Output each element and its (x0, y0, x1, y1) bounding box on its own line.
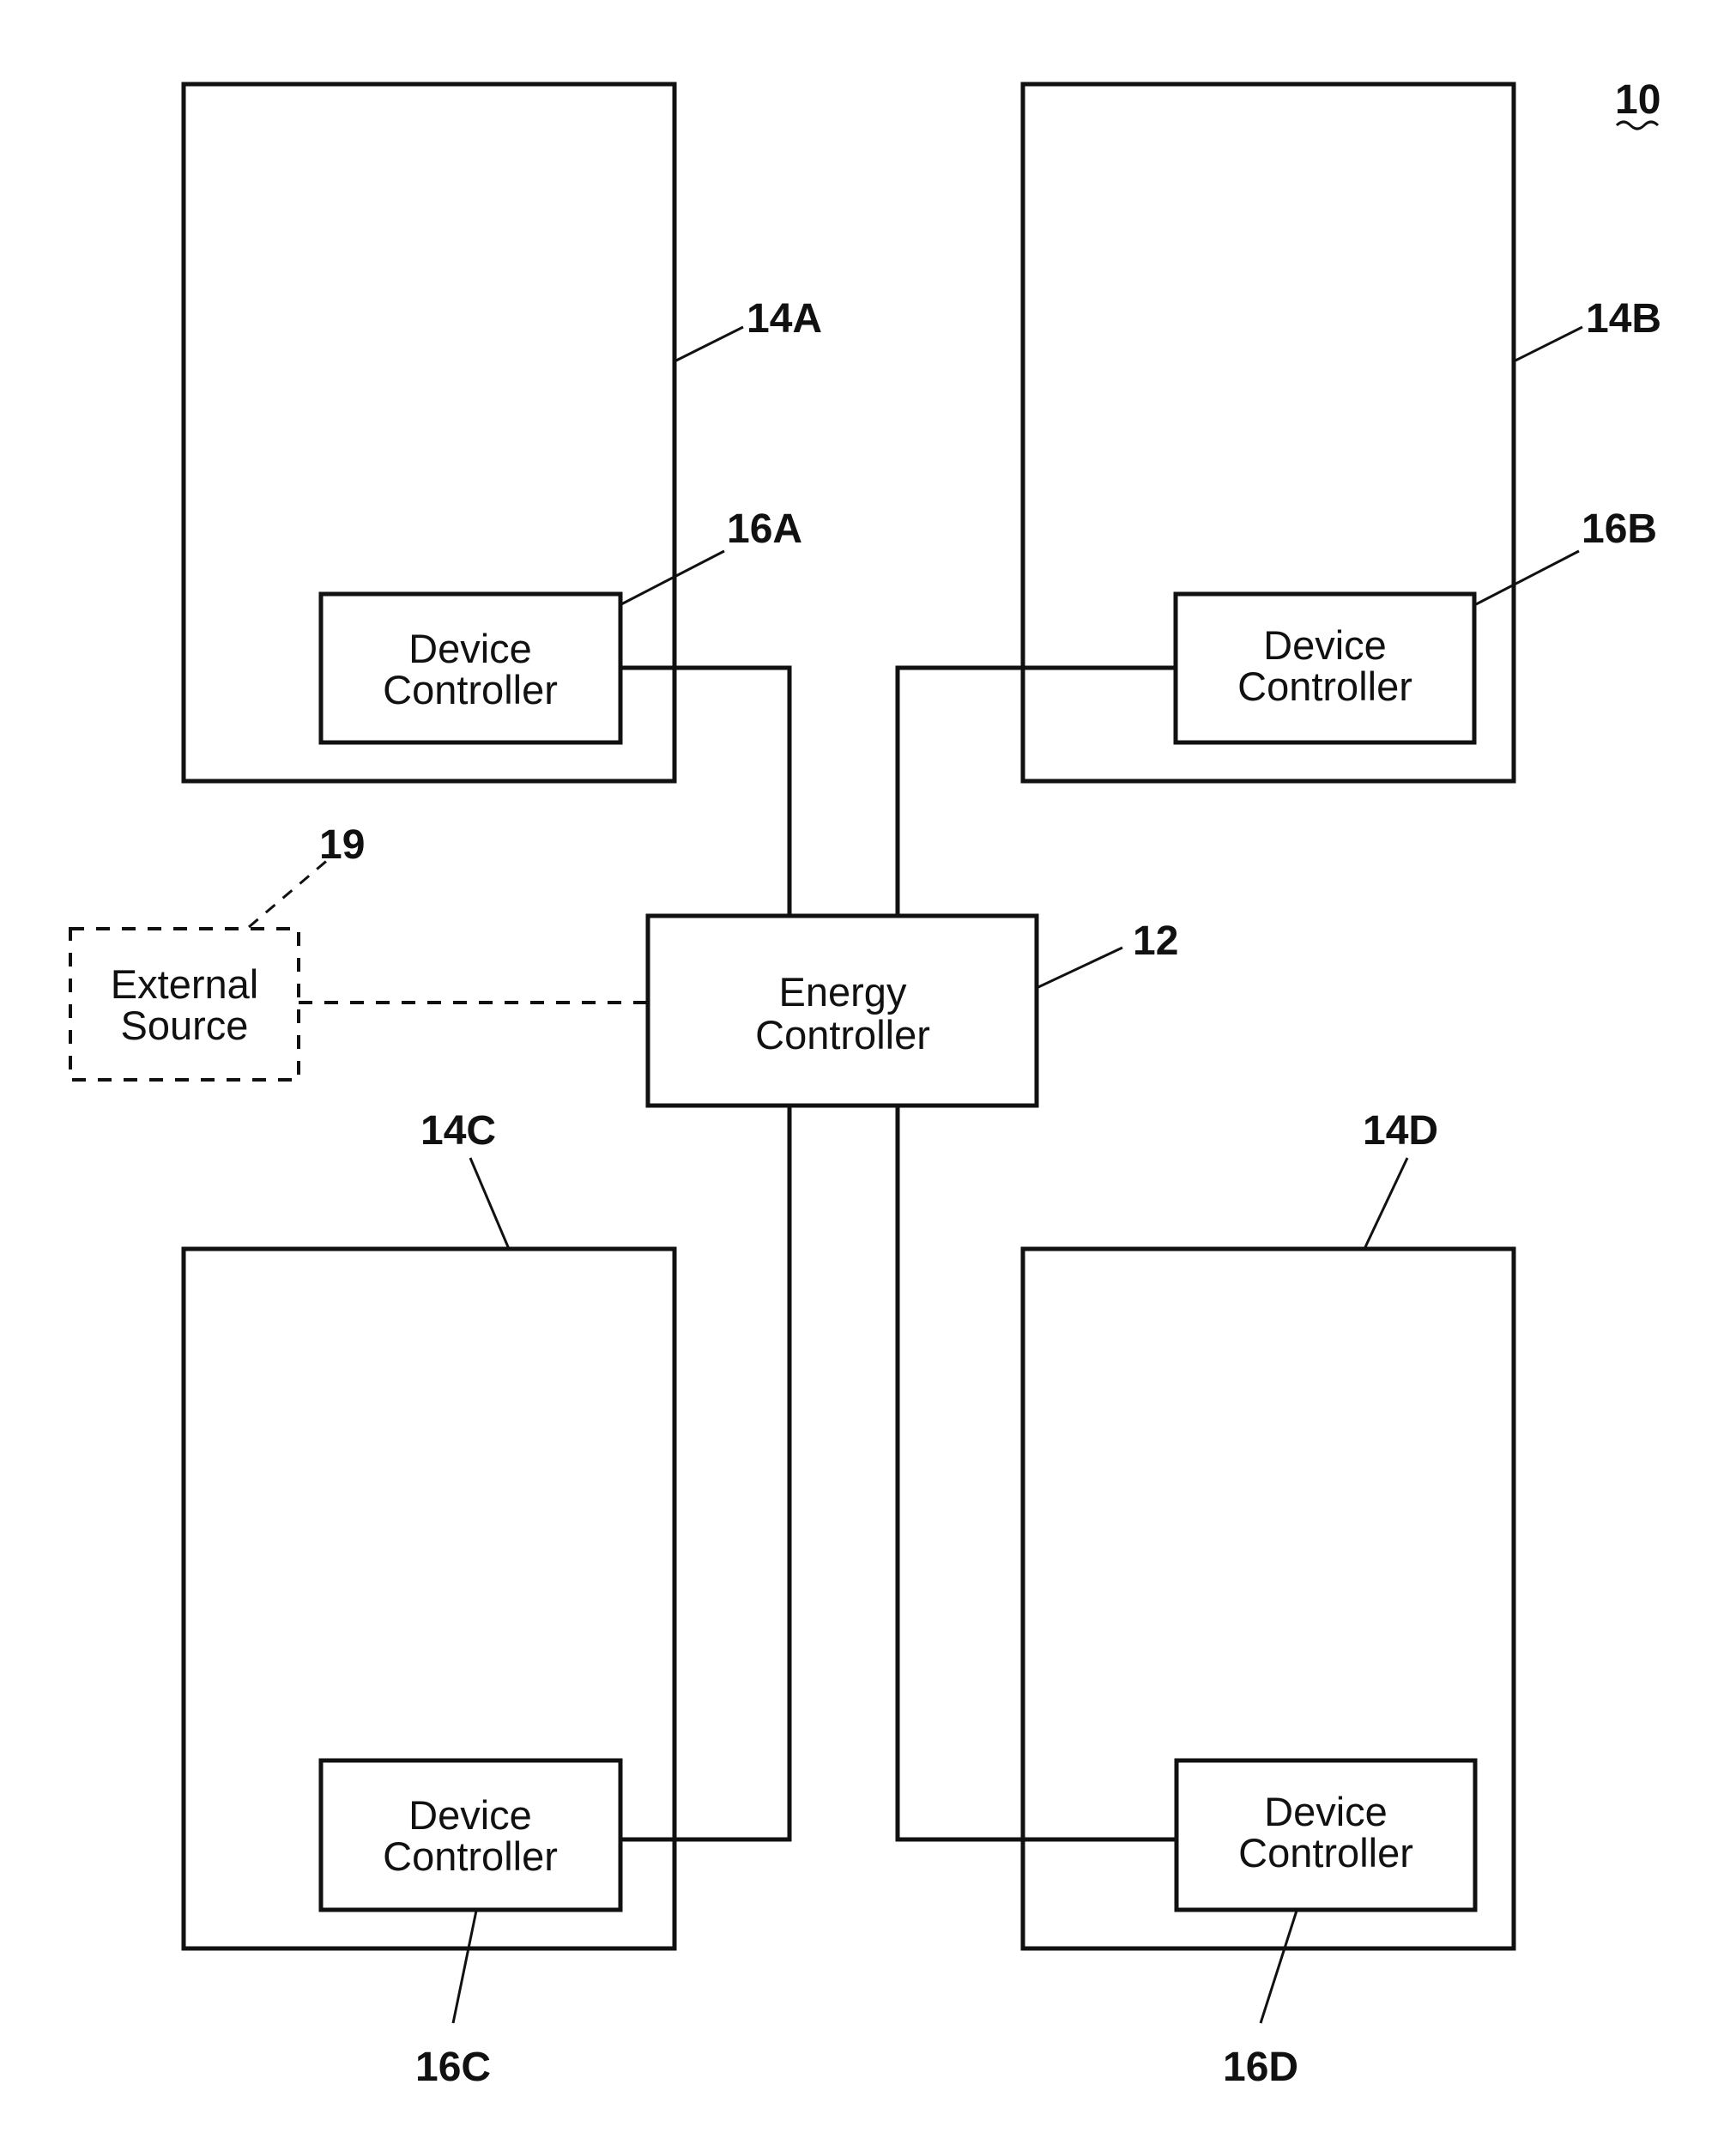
energy-controller-line1: Energy (779, 969, 907, 1015)
device-14b: 14B Device Controller 16B (1020, 82, 1661, 784)
tilde-underline-icon (1615, 120, 1660, 130)
device-14b-leader-line (1515, 325, 1583, 362)
device-controller-16c-line2: Controller (383, 1833, 558, 1879)
device-controller-16c-line1: Device (408, 1792, 532, 1838)
device-14a: 14A Device Controller 16A (181, 82, 822, 784)
external-source-line1: External (111, 961, 258, 1007)
device-14b-ref-label: 14B (1586, 296, 1661, 342)
wire-12-to-16a (621, 665, 792, 916)
energy-controller-line2: Controller (755, 1012, 930, 1057)
connection-wires (299, 665, 1176, 1842)
external-source-line2: Source (121, 1003, 249, 1048)
device-14d-ref-label: 14D (1363, 1108, 1438, 1154)
figure-reference-label: 10 (1615, 77, 1660, 123)
device-controller-16b-ref-label: 16B (1582, 506, 1657, 552)
device-14d-leader-line (1363, 1157, 1409, 1250)
device-controller-16b-line2: Controller (1237, 664, 1412, 709)
device-14a-ref-label: 14A (747, 296, 822, 342)
device-controller-16a-line1: Device (408, 626, 532, 671)
device-controller-16d-line2: Controller (1238, 1830, 1413, 1875)
energy-controller-ref-label: 12 (1133, 918, 1178, 964)
device-controller-16c-leader-line (451, 1910, 478, 2024)
device-controller-16b-leader-line (1475, 549, 1580, 606)
device-14d: 14D Device Controller 16D (1020, 1108, 1516, 2090)
energy-controller: Energy Controller 12 (645, 913, 1178, 1108)
wire-12-to-16b (895, 665, 1176, 916)
device-controller-16b-line1: Device (1263, 622, 1387, 668)
energy-controller-leader-line (1037, 946, 1123, 989)
external-source-ref-label: 19 (319, 822, 365, 868)
device-14a-leader-line (675, 325, 744, 362)
wire-12-to-16d (895, 1106, 1176, 1842)
device-controller-16d-line1: Device (1264, 1789, 1388, 1834)
energy-system-diagram: 10 14A Device Controller 16A 14B Device … (69, 77, 1661, 2090)
figure-reference: 10 (1615, 77, 1660, 130)
device-controller-16a-line2: Controller (383, 667, 558, 712)
device-controller-16d-leader-line (1259, 1910, 1298, 2024)
device-14c-leader-line (469, 1157, 511, 1250)
external-source: External Source 19 (69, 822, 365, 1082)
wire-12-to-16c (621, 1106, 792, 1842)
device-controller-16d-ref-label: 16D (1223, 2045, 1298, 2090)
device-14c-ref-label: 14C (420, 1108, 496, 1154)
device-controller-16a-ref-label: 16A (727, 506, 802, 552)
device-controller-16c-ref-label: 16C (415, 2045, 491, 2090)
device-14c: 14C Device Controller 16C (181, 1108, 677, 2090)
